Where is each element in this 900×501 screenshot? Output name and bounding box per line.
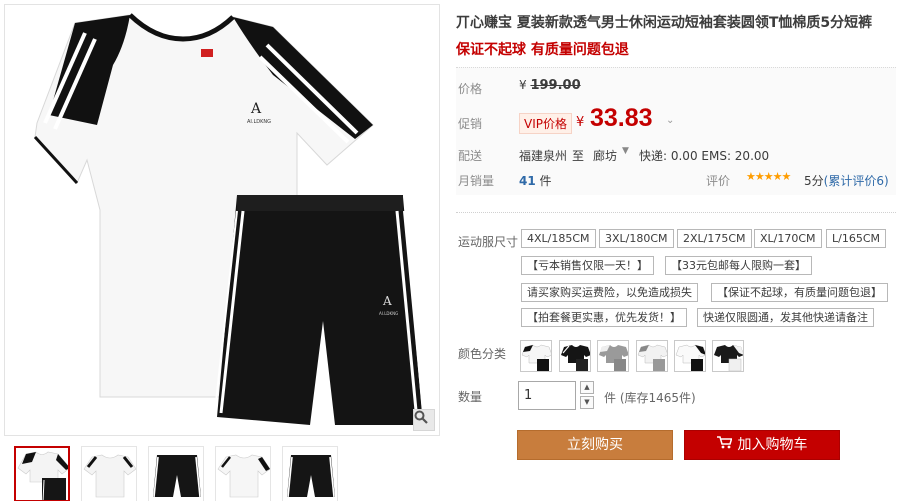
svg-text:AI.LDKNG: AI.LDKNG <box>247 119 271 125</box>
thumbnail-1[interactable] <box>14 446 70 501</box>
rating-summary: 5分(累计评价6) <box>804 172 889 189</box>
rating-score: 5分 <box>804 174 824 188</box>
quantity-label: 数量 <box>458 390 483 404</box>
product-title: 丌心赚宝 夏装新款透气男士休闲运动短袖套装圆领T恤棉质5分短裤 <box>456 15 873 31</box>
color-option[interactable] <box>674 340 706 372</box>
magnifier-icon[interactable] <box>413 409 435 431</box>
shipping-label: 配送 <box>458 149 483 163</box>
add-to-cart-label: 加入购物车 <box>737 437 808 453</box>
price-box: 价格 ¥ 199.00 促销 VIP价格 ¥ 33.83 ⌄ 配送 福建泉州 至… <box>456 67 896 195</box>
monthly-sales-label: 月销量 <box>458 174 495 188</box>
thumbnail-4[interactable] <box>215 446 271 501</box>
color-option[interactable] <box>636 340 668 372</box>
thumbnail-2[interactable] <box>81 446 137 501</box>
vip-price-tag: VIP价格 <box>519 113 572 134</box>
quantity-increase-button[interactable]: ▲ <box>580 381 594 394</box>
original-price-value: 199.00 <box>530 78 581 93</box>
monthly-sales-value: 41 件 <box>519 172 552 189</box>
quantity-input[interactable]: 1 <box>518 381 576 410</box>
ship-to-word: 至 <box>572 149 585 163</box>
monthly-sales-unit: 件 <box>539 174 552 188</box>
rating-label: 评价 <box>706 174 731 188</box>
add-to-cart-button[interactable]: 加入购物车 <box>684 430 840 460</box>
main-product-image[interactable]: A AI.LDKNG A AI.LDKNG <box>4 4 440 436</box>
thumbnail-3[interactable] <box>148 446 204 501</box>
product-subtitle: 保证不起球 有质量问题包退 <box>456 42 629 58</box>
thumbnail-strip <box>14 444 444 501</box>
caret-down-icon[interactable]: ▼ <box>622 146 629 156</box>
shopping-cart-icon <box>716 431 733 459</box>
promo-currency-symbol: ¥ <box>576 115 585 130</box>
size-option[interactable]: 3XL/180CM <box>599 229 674 248</box>
color-label: 颜色分类 <box>458 347 507 361</box>
product-gallery: A AI.LDKNG A AI.LDKNG <box>0 0 446 501</box>
divider <box>456 212 896 213</box>
size-option[interactable]: 4XL/185CM <box>521 229 596 248</box>
notice-option[interactable]: 【亏本销售仅限一天！】 <box>521 256 654 275</box>
svg-text:AI.LDKNG: AI.LDKNG <box>379 311 398 316</box>
monthly-sales-count: 41 <box>519 174 536 188</box>
color-option[interactable] <box>559 340 591 372</box>
currency-symbol: ¥ <box>519 78 527 92</box>
svg-text:A: A <box>382 294 392 308</box>
quantity-decrease-button[interactable]: ▼ <box>580 396 594 409</box>
product-info-panel: 丌心赚宝 夏装新款透气男士休闲运动短袖套装圆领T恤棉质5分短裤 保证不起球 有质… <box>456 0 900 501</box>
notice-option[interactable]: 快递仅限圆通，发其他快递请备注 <box>697 308 874 327</box>
size-label: 运动服尺寸 <box>458 235 519 249</box>
size-option[interactable]: XL/170CM <box>754 229 822 248</box>
star-rating-icon: ★★★★★ <box>746 170 791 183</box>
notice-option[interactable]: 【拍套餐更实惠，优先发货！】 <box>521 308 687 327</box>
size-option[interactable]: 2XL/175CM <box>677 229 752 248</box>
original-price: ¥ 199.00 <box>519 78 581 93</box>
tracksuit-illustration: A AI.LDKNG A AI.LDKNG <box>33 13 425 425</box>
color-option[interactable] <box>597 340 629 372</box>
svg-text:A: A <box>250 101 262 117</box>
notice-option[interactable]: 【保证不起球，有质量问题包退】 <box>711 283 888 302</box>
review-count-link[interactable]: (累计评价6) <box>824 174 889 188</box>
color-option[interactable] <box>520 340 552 372</box>
promo-label: 促销 <box>458 117 483 131</box>
thumbnail-5[interactable] <box>282 446 338 501</box>
original-price-label: 价格 <box>458 82 483 96</box>
notice-option[interactable]: 【33元包邮每人限购一套】 <box>665 256 812 275</box>
buy-now-button[interactable]: 立刻购买 <box>517 430 673 460</box>
ship-from-location: 福建泉州 <box>519 149 568 163</box>
promo-price-value: 33.83 <box>590 104 653 132</box>
chevron-down-icon[interactable]: ⌄ <box>666 115 674 126</box>
stock-info: 件 (库存1465件) <box>604 391 696 405</box>
notice-option[interactable]: 请买家购买运费险，以免造成损失 <box>521 283 698 302</box>
size-option[interactable]: L/165CM <box>826 229 887 248</box>
shipping-cost: 快递: 0.00 EMS: 20.00 <box>639 149 770 163</box>
color-option[interactable] <box>712 340 744 372</box>
ship-destination-select[interactable]: 廊坊 <box>593 147 617 164</box>
